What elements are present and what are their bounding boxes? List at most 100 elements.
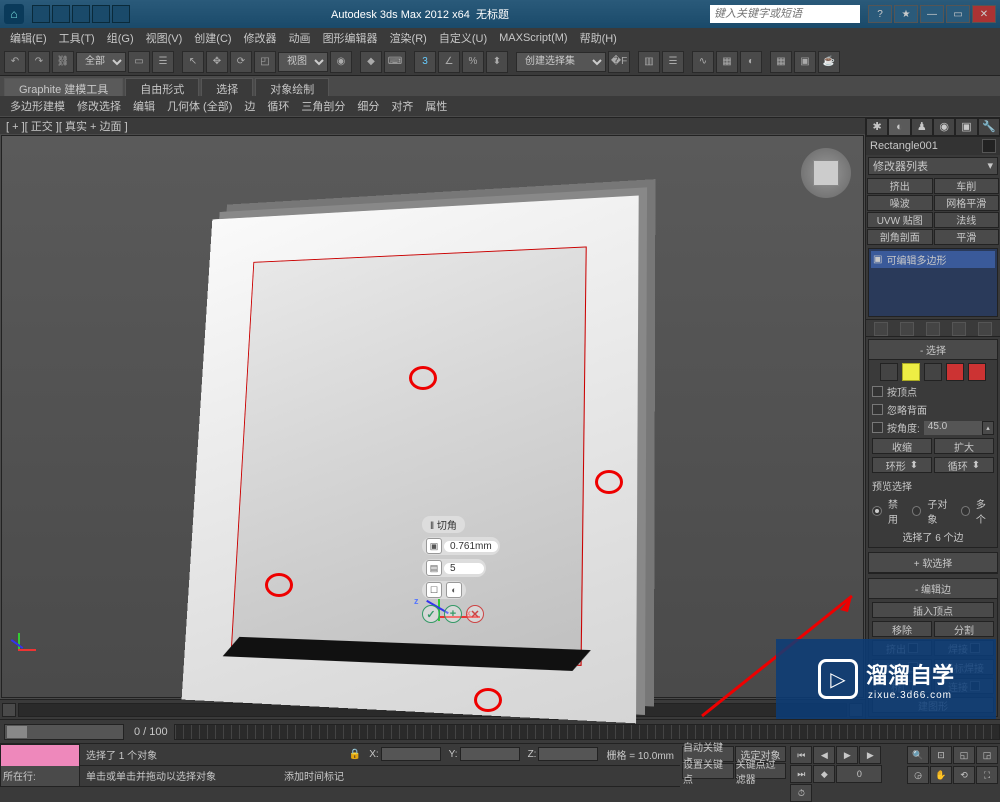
time-slider[interactable]	[4, 724, 124, 740]
chamfer-segments-field[interactable]: 5	[444, 563, 484, 574]
menu-edit[interactable]: 编辑(E)	[4, 28, 53, 48]
object-color-swatch[interactable]	[982, 139, 996, 153]
undo-icon[interactable]: ↶	[4, 51, 26, 73]
subobj-element-icon[interactable]	[968, 363, 986, 381]
ribbon-panel-props[interactable]: 属性	[419, 96, 453, 116]
mod-preset-extrude[interactable]: 挤出	[867, 178, 933, 194]
chamfer-amount-field[interactable]: 0.761mm	[444, 541, 498, 552]
subobj-poly-icon[interactable]	[946, 363, 964, 381]
ribbon-panel-subdiv[interactable]: 细分	[351, 96, 385, 116]
align-icon[interactable]: ▥	[638, 51, 660, 73]
split-button[interactable]: 分割	[934, 621, 994, 637]
stack-show-icon[interactable]	[900, 322, 914, 336]
keymode-icon[interactable]: ⌨	[384, 51, 406, 73]
help-drop-icon[interactable]: ?	[868, 5, 892, 23]
zoom-extents-icon[interactable]: ◱	[953, 746, 975, 764]
help-search-input[interactable]	[710, 5, 860, 23]
mod-preset-uvw[interactable]: UVW 贴图	[867, 212, 933, 228]
preview-multi-radio[interactable]	[961, 506, 970, 516]
percent-snap-icon[interactable]: %	[462, 51, 484, 73]
mod-preset-meshsmooth[interactable]: 网格平滑	[934, 195, 1000, 211]
byvertex-checkbox[interactable]	[872, 386, 883, 397]
stack-unique-icon[interactable]	[926, 322, 940, 336]
caddy-apply-button[interactable]: +	[444, 605, 462, 623]
menu-animation[interactable]: 动画	[283, 28, 317, 48]
render-icon[interactable]: ☕	[818, 51, 840, 73]
setkey-button[interactable]: 设置关键点	[682, 763, 734, 779]
ignoreback-checkbox[interactable]	[872, 404, 883, 415]
select-icon[interactable]: ▭	[128, 51, 150, 73]
menu-rendering[interactable]: 渲染(R)	[384, 28, 433, 48]
keyfilter-button[interactable]: 关键点过滤器	[735, 763, 787, 779]
goto-start-icon[interactable]: ⏮	[790, 746, 812, 764]
select-name-icon[interactable]: ☰	[152, 51, 174, 73]
named-selset-drop[interactable]: 创建选择集	[516, 52, 606, 72]
mod-preset-normal[interactable]: 法线	[934, 212, 1000, 228]
mod-preset-smooth[interactable]: 平滑	[934, 229, 1000, 245]
menu-tools[interactable]: 工具(T)	[53, 28, 101, 48]
render-setup-icon[interactable]: ▦	[770, 51, 792, 73]
scale-icon[interactable]: ◰	[254, 51, 276, 73]
preview-off-radio[interactable]	[872, 506, 882, 516]
key-mode-icon[interactable]: ◆	[813, 765, 835, 783]
menu-customize[interactable]: 自定义(U)	[433, 28, 493, 48]
mirror-icon[interactable]: �F	[608, 51, 630, 73]
ribbon-tab-freeform[interactable]: 自由形式	[125, 78, 199, 96]
pivot-icon[interactable]: ◉	[330, 51, 352, 73]
tab-hierarchy-icon[interactable]: ♟	[911, 118, 933, 136]
stack-pin-icon[interactable]	[874, 322, 888, 336]
select-object-icon[interactable]: ↖	[182, 51, 204, 73]
scene-object[interactable]	[182, 196, 652, 796]
snap-icon[interactable]: 3	[414, 51, 436, 73]
zoom-extents-all-icon[interactable]: ◲	[976, 746, 998, 764]
scrollbar-left-icon[interactable]	[2, 703, 16, 717]
tab-create-icon[interactable]: ✱	[866, 118, 888, 136]
tab-utilities-icon[interactable]: 🔧	[978, 118, 1000, 136]
link-icon[interactable]: ⛓	[52, 51, 74, 73]
loop-button[interactable]: 循环⬍	[934, 457, 994, 473]
chamfer-invert-icon[interactable]: ◐	[446, 582, 462, 598]
ribbon-tab-selection[interactable]: 选择	[201, 78, 253, 96]
selection-filter[interactable]: 全部	[76, 52, 126, 72]
move-icon[interactable]: ✥	[206, 51, 228, 73]
render-frame-icon[interactable]: ▣	[794, 51, 816, 73]
menu-group[interactable]: 组(G)	[101, 28, 140, 48]
minimize-button[interactable]: —	[920, 5, 944, 23]
chamfer-amount-icon[interactable]: ▣	[426, 538, 442, 554]
mod-preset-bevelprof[interactable]: 剖角剖面	[867, 229, 933, 245]
menu-create[interactable]: 创建(C)	[188, 28, 237, 48]
tab-display-icon[interactable]: ▣	[955, 118, 977, 136]
preview-subobj-radio[interactable]	[912, 506, 921, 516]
subobj-vertex-icon[interactable]	[880, 363, 898, 381]
object-name-field[interactable]: Rectangle001	[870, 140, 938, 152]
material-editor-icon[interactable]: ◐	[740, 51, 762, 73]
ribbon-panel-polymodel[interactable]: 多边形建模	[4, 96, 71, 116]
modifier-list-drop[interactable]: 修改器列表▾	[868, 157, 998, 175]
viewport[interactable]: x y z ‖ 切角 ▣ 0.761mm ▤ 5 ☐ ◐	[1, 135, 864, 698]
tab-motion-icon[interactable]: ◉	[933, 118, 955, 136]
menu-views[interactable]: 视图(V)	[140, 28, 189, 48]
script-listener[interactable]	[1, 745, 79, 766]
maximize-button[interactable]: ▭	[946, 5, 970, 23]
goto-end-icon[interactable]: ⏭	[790, 765, 812, 783]
ribbon-panel-modsel[interactable]: 修改选择	[71, 96, 127, 116]
time-ruler[interactable]	[174, 724, 1000, 740]
mod-preset-lathe[interactable]: 车削	[934, 178, 1000, 194]
angle-snap-icon[interactable]: ∠	[438, 51, 460, 73]
prev-frame-icon[interactable]: ◀	[813, 746, 835, 764]
byangle-field[interactable]: 45.0	[924, 421, 982, 435]
menu-modifiers[interactable]: 修改器	[238, 28, 283, 48]
pan-icon[interactable]: ✋	[930, 766, 952, 784]
qat-btn[interactable]	[72, 5, 90, 23]
zoom-all-icon[interactable]: ⊡	[930, 746, 952, 764]
ring-button[interactable]: 环形⬍	[872, 457, 932, 473]
rotate-icon[interactable]: ⟳	[230, 51, 252, 73]
ribbon-panel-loop[interactable]: 循环	[261, 96, 295, 116]
ribbon-panel-align[interactable]: 对齐	[385, 96, 419, 116]
ribbon-panel-edge[interactable]: 边	[238, 96, 261, 116]
schematic-icon[interactable]: ▦	[716, 51, 738, 73]
mod-preset-noise[interactable]: 噪波	[867, 195, 933, 211]
orbit-icon[interactable]: ⟲	[953, 766, 975, 784]
play-icon[interactable]: ▶	[836, 746, 858, 764]
menu-maxscript[interactable]: MAXScript(M)	[493, 30, 573, 46]
